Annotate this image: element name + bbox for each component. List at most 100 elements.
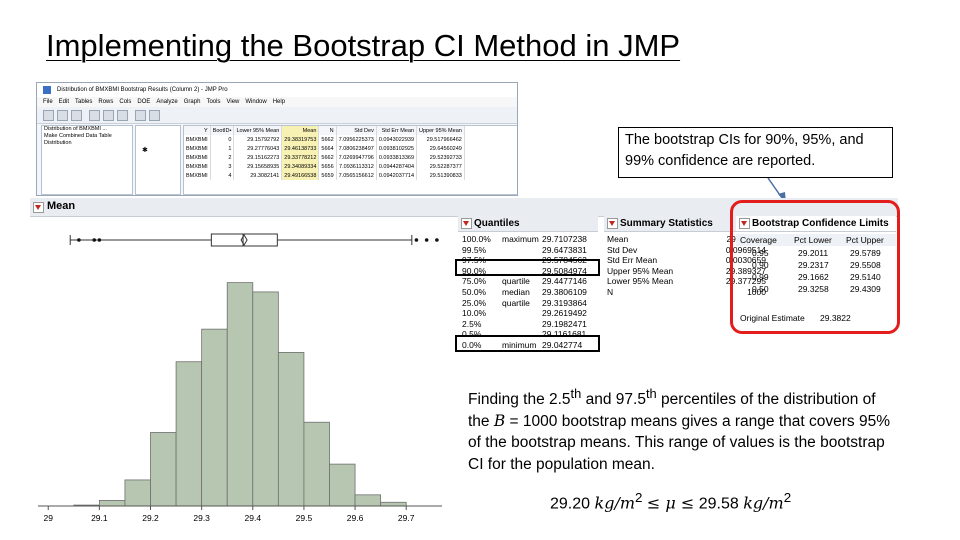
table-cell[interactable]: 1 [210, 144, 235, 153]
chart-icon[interactable] [149, 110, 160, 121]
menu-item-edit[interactable]: Edit [59, 97, 69, 107]
column-header[interactable]: Y [184, 126, 211, 135]
table-cell[interactable]: 7.0269947796 [336, 153, 377, 162]
menu-item-tables[interactable]: Tables [75, 97, 92, 107]
summary-key: Std Err Mean [607, 255, 658, 266]
table-cell[interactable]: 29.38319753 [281, 135, 320, 144]
tree-item[interactable]: Distribution [42, 140, 132, 147]
cut-icon[interactable] [89, 110, 100, 121]
table-cell[interactable]: 29.15792792 [233, 135, 283, 144]
table-cell[interactable]: 3 [210, 162, 235, 171]
table-cell[interactable]: 29.34089334 [281, 162, 320, 171]
table-cell[interactable]: 7.0565156612 [336, 171, 377, 180]
quantiles-title: Quantiles [474, 218, 520, 229]
column-header[interactable]: Std Err Mean [376, 126, 418, 135]
table-icon[interactable] [135, 110, 146, 121]
menu-item-window[interactable]: Window [245, 97, 266, 107]
table-cell[interactable]: 29.33778212 [281, 153, 320, 162]
table-cell[interactable]: 0.0944287404 [376, 162, 418, 171]
table-cell[interactable]: 29.51390833 [416, 171, 465, 180]
copy-icon[interactable] [103, 110, 114, 121]
table-cell[interactable]: 5664 [318, 144, 337, 153]
histogram-bar[interactable] [252, 291, 279, 507]
table-cell[interactable]: 0.0942037714 [376, 171, 418, 180]
paste-icon[interactable] [117, 110, 128, 121]
table-cell[interactable]: 29.517966462 [416, 135, 465, 144]
table-cell[interactable]: BMXBMI [184, 144, 211, 153]
table-row[interactable]: BMXBMI 0 29.15792792 29.38319753 5662 7.09562… [184, 135, 465, 144]
table-cell[interactable]: 29.3082141 [233, 171, 283, 180]
column-header[interactable]: Upper 95% Mean [416, 126, 465, 135]
histogram-bar[interactable] [303, 421, 330, 507]
menu-item-file[interactable]: File [43, 97, 53, 107]
histogram-bar[interactable] [201, 328, 228, 507]
histogram-bar[interactable] [277, 352, 305, 507]
table-cell[interactable]: 0 [210, 135, 235, 144]
histogram-bar[interactable] [150, 432, 177, 507]
table-cell[interactable]: 0.0938102925 [376, 144, 418, 153]
table-cell[interactable]: BMXBMI [184, 162, 211, 171]
table-row[interactable]: BMXBMI 4 29.3082141 29.49166538 5659 7.056515… [184, 171, 465, 180]
table-cell[interactable]: BMXBMI [184, 171, 211, 180]
menu-item-doe[interactable]: DOE [137, 97, 150, 107]
column-header[interactable]: Lower 95% Mean [233, 126, 283, 135]
table-cell[interactable]: BMXBMI [184, 135, 211, 144]
table-cell[interactable]: 5662 [318, 135, 337, 144]
histogram-bar[interactable] [354, 494, 382, 507]
x-tick-label: 29.1 [91, 513, 108, 523]
table-cell[interactable]: 2 [210, 153, 235, 162]
histogram-bar[interactable] [124, 479, 151, 507]
red-triangle-menu-icon[interactable] [33, 202, 44, 213]
table-cell[interactable]: BMXBMI [184, 153, 211, 162]
table-cell[interactable]: 0.0933813369 [376, 153, 418, 162]
histogram-bar[interactable] [98, 500, 126, 507]
column-header[interactable]: Mean [281, 126, 320, 135]
tree-item[interactable]: Distribution of BMXBMI ... [42, 126, 132, 133]
red-triangle-menu-icon[interactable] [607, 218, 618, 229]
histogram-bar[interactable] [226, 282, 254, 507]
table-cell[interactable]: 5662 [318, 153, 337, 162]
table-cell[interactable]: 29.52287377 [416, 162, 465, 171]
table-cell[interactable]: 0.0943022939 [376, 135, 418, 144]
table-cell[interactable]: 29.46138733 [281, 144, 320, 153]
column-header[interactable]: BootID• [210, 126, 235, 135]
row-selector-icon[interactable]: ✱ [142, 146, 148, 154]
menu-item-tools[interactable]: Tools [206, 97, 220, 107]
quantiles-header[interactable]: Quantiles [458, 216, 598, 232]
table-cell[interactable]: 7.0936113312 [336, 162, 377, 171]
table-cell[interactable]: 5659 [318, 171, 337, 180]
table-cell[interactable]: 7.0806238497 [336, 144, 377, 153]
quantile-row: 100.0% maximum 29.7107238 [458, 234, 598, 245]
menu-item-view[interactable]: View [226, 97, 239, 107]
table-cell[interactable]: 29.15162273 [233, 153, 283, 162]
menu-item-analyze[interactable]: Analyze [156, 97, 177, 107]
table-cell[interactable]: 29.27776043 [233, 144, 283, 153]
table-row[interactable]: BMXBMI 3 29.15658935 29.34089334 5656 7.09361… [184, 162, 465, 171]
table-row[interactable]: BMXBMI 1 29.27776043 29.46138733 5664 7.08062… [184, 144, 465, 153]
menu-item-cols[interactable]: Cols [119, 97, 131, 107]
open-icon[interactable] [57, 110, 68, 121]
table-cell[interactable]: 29.49166538 [281, 171, 320, 180]
red-triangle-menu-icon[interactable] [461, 218, 472, 229]
data-table: Y BootID• Lower 95% Mean Mean N Std Dev Std Er… [184, 126, 465, 180]
menu-item-help[interactable]: Help [273, 97, 285, 107]
explanation-text: Finding the 2.5th and 97.5th percentiles… [468, 383, 898, 475]
menu-item-graph[interactable]: Graph [184, 97, 201, 107]
table-cell[interactable]: 5656 [318, 162, 337, 171]
ci-formula: 29.20 kg/m2 ≤ μ ≤ 29.58 kg/m2 [550, 490, 791, 513]
column-header[interactable]: Std Dev [336, 126, 377, 135]
histogram-bar[interactable] [175, 361, 203, 507]
histogram-bar[interactable] [380, 501, 407, 507]
menu-item-rows[interactable]: Rows [98, 97, 113, 107]
table-cell[interactable]: 29.52392733 [416, 153, 465, 162]
table-cell[interactable]: 4 [210, 171, 235, 180]
new-icon[interactable] [43, 110, 54, 121]
tree-item[interactable]: Make Combined Data Table [42, 133, 132, 140]
table-cell[interactable]: 29.64560249 [416, 144, 465, 153]
table-row[interactable]: BMXBMI 2 29.15162273 29.33778212 5662 7.02699… [184, 153, 465, 162]
save-icon[interactable] [71, 110, 82, 121]
table-cell[interactable]: 29.15658935 [233, 162, 283, 171]
table-cell[interactable]: 7.0956225373 [336, 135, 377, 144]
column-header[interactable]: N [318, 126, 337, 135]
histogram-bar[interactable] [329, 463, 356, 507]
